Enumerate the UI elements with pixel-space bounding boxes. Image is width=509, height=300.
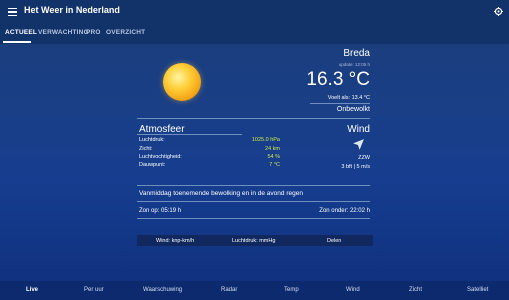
nav-satelliet[interactable]: Satelliet <box>467 287 488 293</box>
divider <box>137 201 370 202</box>
app-bar: Het Weer in Nederland <box>0 0 509 24</box>
wind-unit-option[interactable]: Wind: knp-km/h <box>156 238 194 244</box>
wind-title: Wind <box>347 124 370 135</box>
nav-wind[interactable]: Wind <box>346 287 360 293</box>
nav-radar[interactable]: Radar <box>221 287 237 293</box>
dewpoint-value: 7 °C <box>269 162 280 168</box>
pressure-label: Luchtdruk: <box>139 137 165 143</box>
tab-bar: ACTUEEL VERWACHTING PRO OVERZICHT <box>0 24 509 44</box>
current-temperature: 16.3 °C <box>306 69 370 90</box>
humidity-value: 54 % <box>267 154 280 160</box>
wind-speed: 3 bft | 5 m/s <box>341 164 370 170</box>
nav-waarschuwing[interactable]: Waarschuwing <box>143 287 182 293</box>
tab-actueel[interactable]: ACTUEEL <box>5 29 37 36</box>
app-title: Het Weer in Nederland <box>24 5 120 15</box>
visibility-label: Zicht: <box>139 146 153 152</box>
humidity-label: Luchtvochtigheid: <box>139 154 182 160</box>
pressure-unit-option[interactable]: Luchtdruk: mmHg <box>232 238 275 244</box>
wind-direction: ZZW <box>358 155 370 161</box>
city-name: Breda <box>343 48 370 59</box>
forecast-text: Vanmiddag toenemende bewolking en in de … <box>139 190 303 197</box>
pressure-value: 1025.0 hPa <box>251 137 280 143</box>
sunset-time: Zon onder: 22:02 h <box>319 208 370 214</box>
update-time: update: 12:05 h <box>338 62 370 67</box>
active-tab-indicator <box>3 41 31 43</box>
tab-pro[interactable]: PRO <box>86 29 101 36</box>
menu-icon[interactable] <box>8 8 17 17</box>
nav-temp[interactable]: Temp <box>284 287 299 293</box>
divider <box>137 185 370 186</box>
tab-verwachting[interactable]: VERWACHTING <box>38 29 89 36</box>
divider <box>137 118 370 119</box>
nav-live[interactable]: Live <box>26 287 38 293</box>
sunrise-time: Zon op: 05:19 h <box>139 208 182 214</box>
nav-per-uur[interactable]: Per uur <box>84 287 104 293</box>
dewpoint-label: Dauwpunt: <box>139 162 166 168</box>
tab-overzicht[interactable]: OVERZICHT <box>106 29 145 36</box>
divider <box>137 218 370 219</box>
divider <box>137 134 242 135</box>
sun-icon <box>163 63 201 101</box>
divider <box>310 103 370 104</box>
share-button[interactable]: Delen <box>327 238 341 244</box>
settings-icon[interactable] <box>494 7 503 16</box>
nav-zicht[interactable]: Zicht <box>409 287 422 293</box>
weather-condition: Onbewolkt <box>336 106 370 113</box>
feels-like: Voelt als: 13.4 °C <box>327 95 370 101</box>
bottom-nav <box>0 281 509 300</box>
visibility-value: 24 km <box>265 146 280 152</box>
wind-direction-icon <box>353 139 364 150</box>
